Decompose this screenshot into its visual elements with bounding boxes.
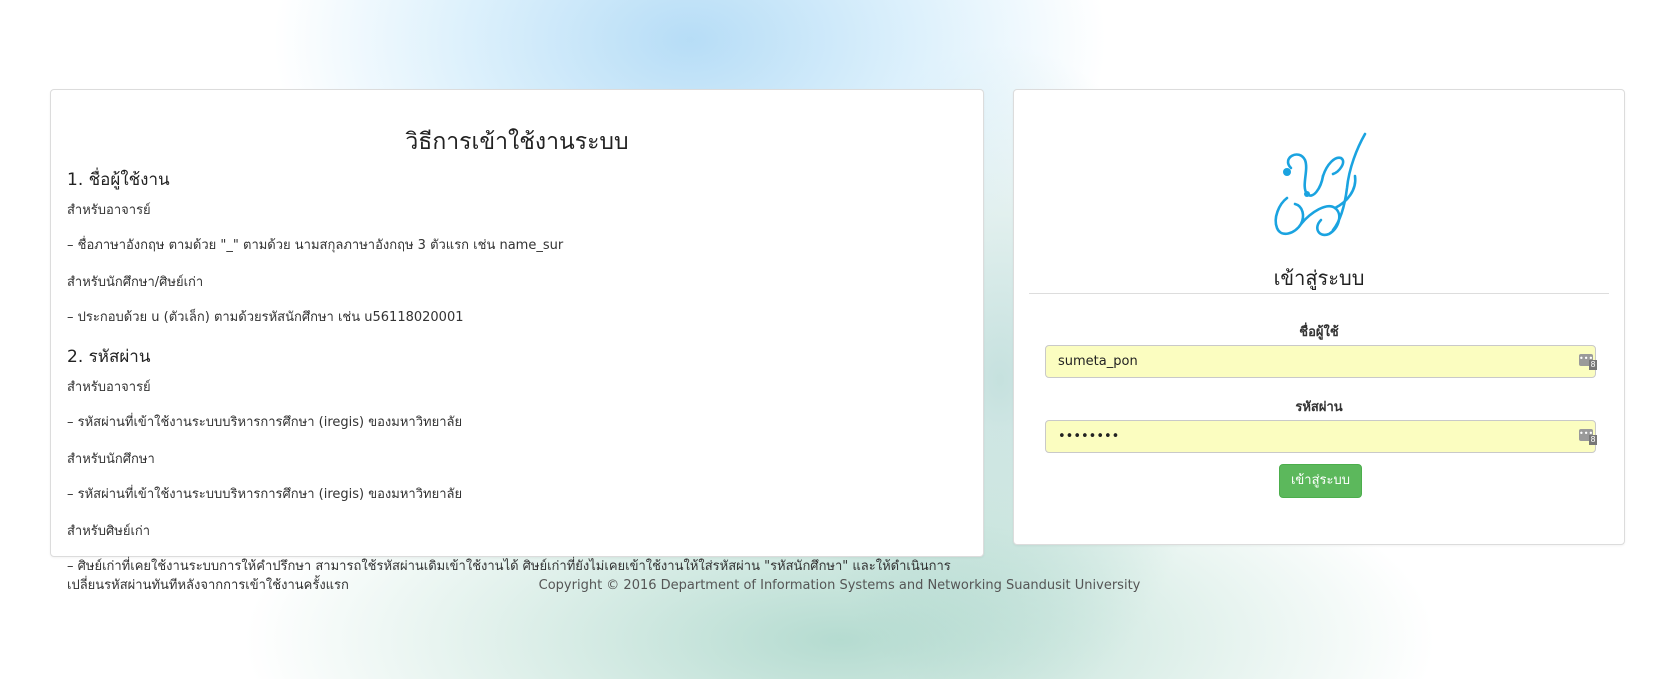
keyboard-badge: 8 [1589, 360, 1597, 370]
group-text: – รหัสผ่านที่เข้าใช้งานระบบบริหารการศึกษ… [67, 487, 463, 502]
instructions-title: วิธีการเข้าใช้งานระบบ [405, 129, 629, 155]
university-logo [1274, 132, 1367, 237]
section-heading-username: 1. ชื่อผู้ใช้งาน [67, 170, 170, 190]
group-label: สำหรับอาจารย์ [67, 380, 151, 395]
group-text: – ชื่อภาษาอังกฤษ ตามด้วย "_" ตามด้วย นาม… [67, 238, 564, 253]
password-value: •••••••• [1058, 429, 1120, 444]
instructions-panel: วิธีการเข้าใช้งานระบบ 1. ชื่อผู้ใช้งาน ส… [50, 89, 984, 593]
keyboard-icon[interactable]: ••• 8 [1579, 429, 1597, 445]
password-label: รหัสผ่าน [1295, 400, 1343, 415]
group-text: – ประกอบด้วย u (ตัวเล็ก) ตามด้วยรหัสนักศ… [67, 310, 464, 325]
username-value: sumeta_pon [1058, 354, 1138, 369]
group-text: – รหัสผ่านที่เข้าใช้งานระบบบริหารการศึกษ… [67, 415, 463, 430]
footer-copyright: Copyright © 2016 Department of Informati… [538, 578, 1141, 593]
group-label: สำหรับนักศึกษา [67, 452, 155, 467]
username-input[interactable]: sumeta_pon ••• 8 [1045, 345, 1597, 378]
section-heading-password: 2. รหัสผ่าน [67, 347, 151, 367]
title-divider [1029, 293, 1609, 294]
password-input[interactable]: •••••••• ••• 8 [1045, 420, 1597, 453]
login-button[interactable]: เข้าสู่ระบบ [1279, 464, 1362, 498]
login-title: เข้าสู่ระบบ [1273, 266, 1365, 290]
username-label: ชื่อผู้ใช้ [1299, 325, 1339, 340]
keyboard-badge: 8 [1589, 435, 1597, 445]
group-label: สำหรับนักศึกษา/ศิษย์เก่า [67, 275, 204, 290]
login-panel: เข้าสู่ระบบ ชื่อผู้ใช้ sumeta_pon ••• 8 … [1013, 89, 1625, 545]
group-label: สำหรับอาจารย์ [67, 203, 151, 218]
group-label: สำหรับศิษย์เก่า [67, 524, 151, 539]
keyboard-icon[interactable]: ••• 8 [1579, 354, 1597, 370]
